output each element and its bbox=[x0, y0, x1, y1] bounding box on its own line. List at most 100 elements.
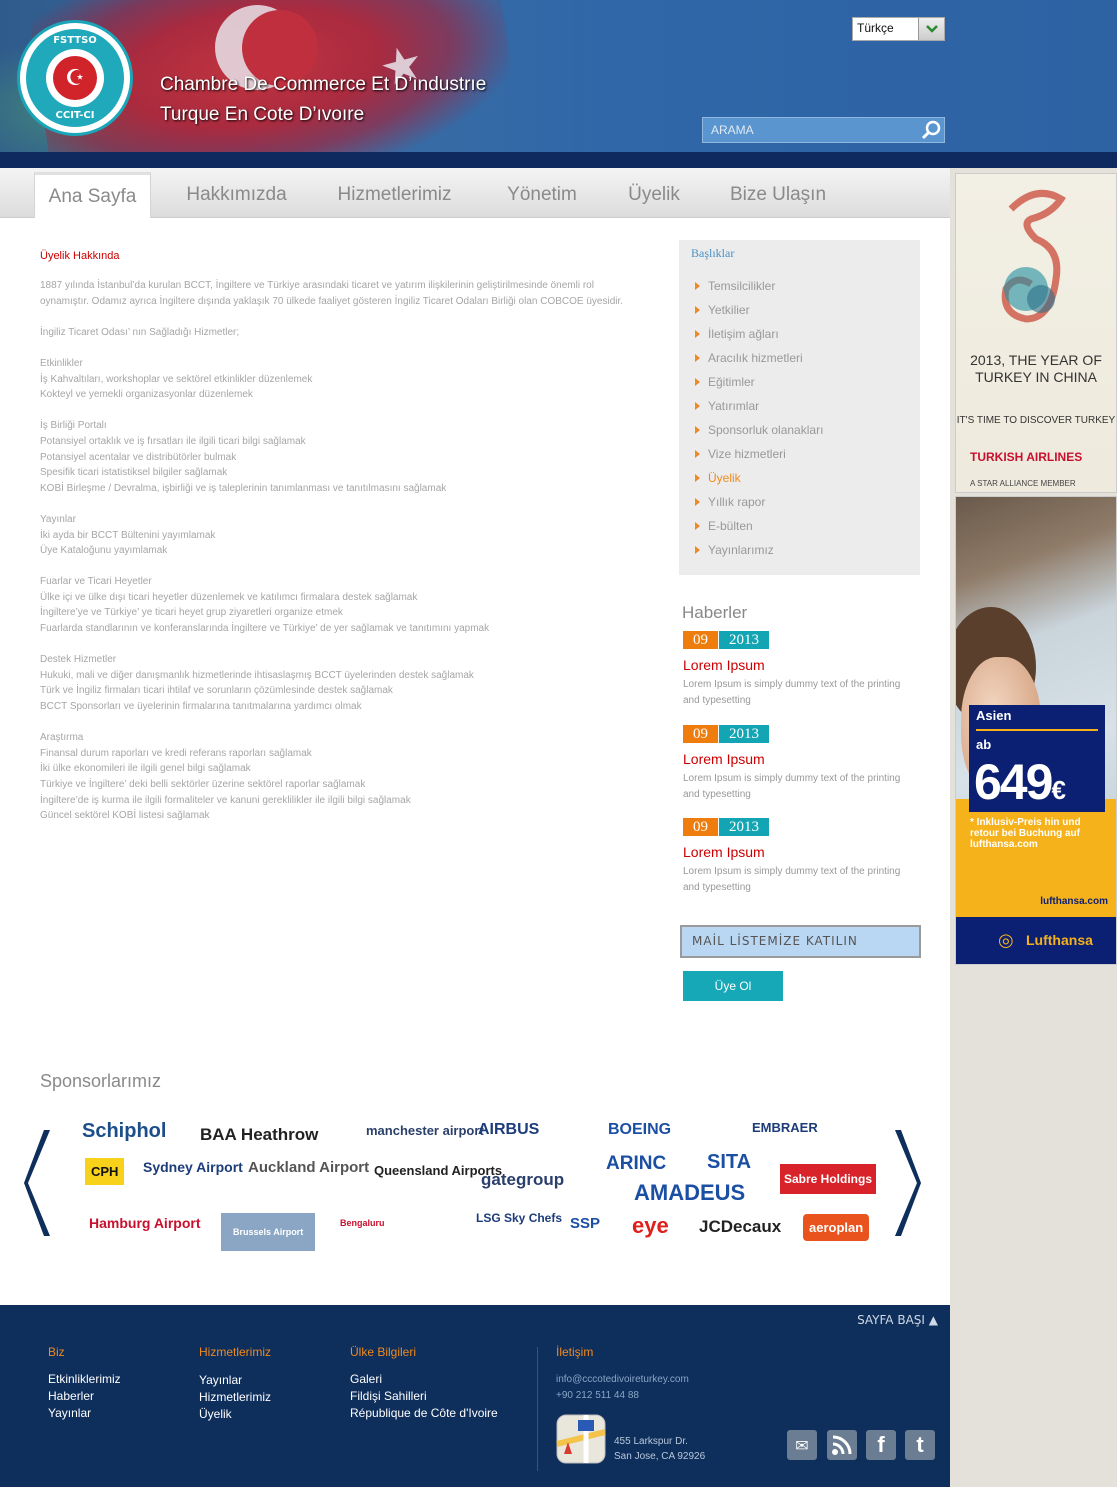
sidebar-link[interactable]: Yatırımlar bbox=[694, 394, 823, 418]
footer-link[interactable]: Galeri bbox=[350, 1371, 498, 1388]
lufthansa-crane-icon: ◎ bbox=[998, 930, 1014, 951]
site-logo[interactable]: FSTTSO ☪ CCIT-CI bbox=[17, 20, 133, 136]
footer-email[interactable]: info@cccotedivoireturkey.com bbox=[556, 1374, 689, 1385]
article-line: Finansal durum raporları ve kredi refera… bbox=[40, 747, 312, 759]
article-section-title: Etkinlikler bbox=[40, 357, 83, 369]
facebook-icon[interactable]: f bbox=[866, 1430, 896, 1460]
sponsor-logo[interactable]: BAA Heathrow bbox=[200, 1125, 318, 1145]
sponsor-logo[interactable]: SITA bbox=[707, 1151, 751, 1174]
lufthansa-ad[interactable]: * Inklusiv-Preis hin und retour bei Buch… bbox=[955, 496, 1117, 965]
footer-link[interactable]: Etkinliklerimiz bbox=[48, 1371, 121, 1388]
article-section-title: İş Birliği Portalı bbox=[40, 420, 107, 432]
nav-item-services[interactable]: Hizmetlerimiz bbox=[322, 172, 467, 218]
sponsor-logo[interactable]: gategroup bbox=[481, 1170, 564, 1190]
footer-link[interactable]: Haberler bbox=[48, 1388, 121, 1405]
news-title[interactable]: Lorem Ipsum bbox=[683, 657, 913, 673]
news-text: Lorem Ipsum is simply dummy text of the … bbox=[683, 679, 901, 706]
email-icon[interactable]: ✉ bbox=[787, 1430, 817, 1460]
sidebar-link[interactable]: Eğitimler bbox=[694, 370, 823, 394]
carousel-next-button[interactable] bbox=[893, 1128, 923, 1238]
sidebar-link[interactable]: Yetkilier bbox=[694, 298, 823, 322]
twitter-icon[interactable]: t bbox=[905, 1430, 935, 1460]
article-intro: 1887 yılında İstanbul’da kurulan BCCT, İ… bbox=[40, 280, 624, 307]
footer-link[interactable]: République de Côte d'Ivoire bbox=[350, 1405, 498, 1422]
sponsor-logo[interactable]: AIRBUS bbox=[478, 1121, 539, 1139]
footer-col-list: Etkinliklerimiz Haberler Yayınlar bbox=[48, 1371, 121, 1422]
footer-link[interactable]: Hizmetlerimiz bbox=[199, 1389, 271, 1406]
sponsors-heading: Sponsorlarımız bbox=[40, 1071, 162, 1091]
ad-brand-bar: ◎ Lufthansa bbox=[956, 917, 1116, 964]
sponsor-logo[interactable]: Brussels Airport bbox=[221, 1213, 316, 1251]
sidebar-link[interactable]: E-bülten bbox=[694, 514, 823, 538]
article-services-heading: İngiliz Ticaret Odası’ nın Sağladığı Hiz… bbox=[40, 326, 240, 338]
join-button[interactable]: Üye Ol bbox=[683, 971, 783, 1001]
search-input[interactable]: ARAMA bbox=[703, 123, 918, 137]
ad-price-panel: Asien ab 649€ bbox=[969, 705, 1105, 812]
news-item[interactable]: 09 2013 Lorem Ipsum Lorem Ipsum is simply d… bbox=[683, 631, 913, 709]
ad-member: A STAR ALLIANCE MEMBER bbox=[970, 479, 1076, 488]
sidebar-link[interactable]: Vize hizmetleri bbox=[694, 442, 823, 466]
news-title[interactable]: Lorem Ipsum bbox=[683, 844, 913, 860]
header-strip bbox=[0, 152, 1117, 168]
nav-item-membership[interactable]: Üyelik bbox=[612, 172, 696, 218]
sponsor-logo[interactable]: AMADEUS bbox=[634, 1180, 745, 1206]
news-text: Lorem Ipsum is simply dummy text of the … bbox=[683, 773, 901, 800]
scroll-top-link[interactable]: SAYFA BAŞI ▲ bbox=[857, 1313, 938, 1327]
sponsor-logo[interactable]: SSP bbox=[570, 1215, 600, 1232]
sponsor-logo[interactable]: BOEING bbox=[608, 1121, 671, 1139]
sponsor-logo[interactable]: manchester airport bbox=[366, 1123, 484, 1138]
language-select[interactable]: Türkçe bbox=[852, 17, 945, 41]
news-item[interactable]: 09 2013 Lorem Ipsum Lorem Ipsum is simply d… bbox=[683, 818, 913, 896]
sponsor-logo[interactable]: Sydney Airport bbox=[143, 1159, 243, 1175]
footer-link[interactable]: Fildişi Sahilleri bbox=[350, 1388, 498, 1405]
sponsor-logo[interactable]: aeroplan bbox=[803, 1214, 870, 1241]
search-icon[interactable] bbox=[918, 118, 944, 142]
sidebar-link[interactable]: Aracılık hizmetleri bbox=[694, 346, 823, 370]
turkish-airlines-ad[interactable]: 2013, THE YEAR OF TURKEY IN CHINA IT'S T… bbox=[955, 173, 1117, 493]
footer-link[interactable]: Üyelik bbox=[199, 1406, 271, 1423]
sponsor-logo[interactable]: Hamburg Airport bbox=[89, 1215, 200, 1231]
news-title[interactable]: Lorem Ipsum bbox=[683, 751, 913, 767]
scroll-top-label: SAYFA BAŞI bbox=[857, 1313, 925, 1327]
sidebar-link[interactable]: Üyelik bbox=[694, 466, 823, 490]
nav-item-management[interactable]: Yönetim bbox=[492, 172, 592, 218]
footer-phone: +90 212 511 44 88 bbox=[556, 1390, 639, 1401]
nav-item-contact[interactable]: Bize Ulaşın bbox=[716, 172, 840, 218]
sponsor-logo[interactable]: JCDecaux bbox=[699, 1217, 781, 1237]
news-year: 2013 bbox=[719, 818, 769, 836]
news-item[interactable]: 09 2013 Lorem Ipsum Lorem Ipsum is simply d… bbox=[683, 725, 913, 803]
footer-link[interactable]: Yayınlar bbox=[199, 1372, 271, 1389]
sidebar-link[interactable]: Temsilcilikler bbox=[694, 274, 823, 298]
sidebar-link[interactable]: Yayınlarımız bbox=[694, 538, 823, 562]
footer-link[interactable]: Yayınlar bbox=[48, 1405, 121, 1422]
map-icon[interactable] bbox=[556, 1414, 606, 1468]
article-line: Potansiyel acentalar ve distribütörler b… bbox=[40, 451, 237, 463]
sponsor-logo[interactable]: ARINC bbox=[606, 1153, 666, 1175]
sponsor-logo[interactable]: Bengaluru bbox=[340, 1218, 385, 1228]
nav-item-home[interactable]: Ana Sayfa bbox=[34, 172, 151, 218]
ad-brand: TURKISH AIRLINES bbox=[970, 450, 1083, 464]
article-line: Türkiye ve İngiltere’ deki belli sektörl… bbox=[40, 779, 366, 790]
sponsor-logo[interactable]: Auckland Airport bbox=[248, 1159, 369, 1176]
sponsor-logo[interactable]: Sabre Holdings bbox=[780, 1164, 877, 1194]
chevron-down-icon[interactable] bbox=[918, 18, 944, 40]
sidebar-link[interactable]: Sponsorluk olanakları bbox=[694, 418, 823, 442]
sponsor-logo[interactable]: eye bbox=[632, 1213, 669, 1239]
sponsor-logo[interactable]: Schiphol bbox=[82, 1120, 166, 1143]
footer-col-title: Biz bbox=[48, 1345, 65, 1359]
nav-item-about[interactable]: Hakkımızda bbox=[170, 172, 303, 218]
news-day: 09 bbox=[683, 725, 718, 743]
carousel-prev-button[interactable] bbox=[22, 1128, 52, 1238]
sponsor-logo[interactable]: CPH bbox=[85, 1158, 125, 1185]
sponsor-logo[interactable]: EMBRAER bbox=[752, 1120, 818, 1135]
sidebar-link[interactable]: İletişim ağları bbox=[694, 322, 823, 346]
article-line: Hukuki, mali ve diğer danışmanlık hizmet… bbox=[40, 669, 474, 681]
sponsor-logo[interactable]: LSG Sky Chefs bbox=[476, 1211, 562, 1225]
logo-text-top: FSTTSO bbox=[53, 35, 97, 46]
sidebar-link[interactable]: Yıllık rapor bbox=[694, 490, 823, 514]
rss-icon[interactable] bbox=[827, 1430, 857, 1460]
mailing-list-input[interactable]: MAİL LİSTEMİZE KATILIN bbox=[680, 925, 921, 958]
article-line: İş Kahvaltıları, workshoplar ve sektörel… bbox=[40, 373, 313, 385]
search-bar[interactable]: ARAMA bbox=[702, 117, 945, 143]
ink-splash-image bbox=[1001, 189, 1066, 323]
